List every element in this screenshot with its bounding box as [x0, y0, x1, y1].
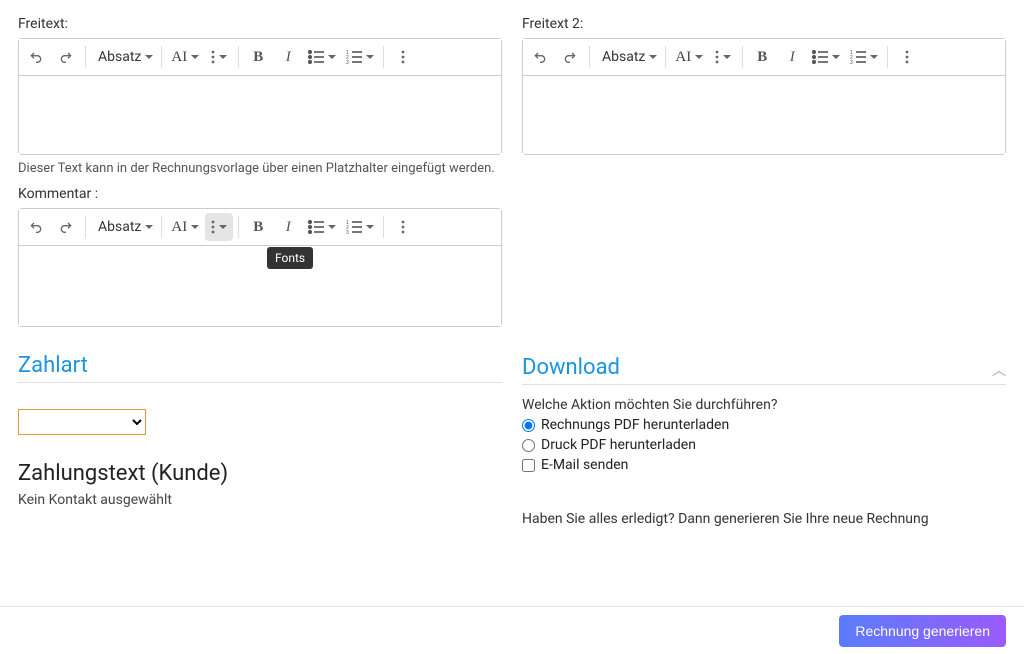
toolbar-separator: [665, 46, 666, 68]
svg-text:3: 3: [346, 60, 349, 64]
chevron-down-icon: [219, 225, 227, 229]
kommentar-toolbar: Absatz AI B I 123: [19, 209, 501, 246]
toolbar-separator: [383, 216, 384, 238]
freitext-label: Freitext:: [18, 16, 502, 32]
toolbar-separator: [161, 216, 162, 238]
chevron-down-icon: [191, 225, 199, 229]
toolbar-separator: [161, 46, 162, 68]
bullet-list-button[interactable]: [304, 213, 340, 241]
numbered-list-button[interactable]: 123: [846, 43, 882, 71]
toolbar-separator: [238, 46, 239, 68]
freitext2-toolbar: Absatz AI B I: [523, 39, 1005, 76]
freitext2-label: Freitext 2:: [522, 16, 1006, 32]
download-option-email[interactable]: [522, 459, 535, 472]
font-icon: AI: [675, 49, 691, 66]
download-option-pdf-label[interactable]: Rechnungs PDF herunterladen: [541, 417, 729, 433]
font-button[interactable]: AI: [167, 43, 203, 71]
download-question: Welche Aktion möchten Sie durchführen?: [522, 397, 1006, 413]
chevron-up-icon[interactable]: ︿: [992, 360, 1006, 384]
font-button[interactable]: AI: [671, 43, 707, 71]
kommentar-editor: Absatz AI B I 123: [18, 208, 502, 327]
chevron-down-icon: [328, 55, 336, 59]
no-contact-text: Kein Kontakt ausgewählt: [18, 492, 502, 508]
format-select-label: Absatz: [602, 49, 645, 65]
chevron-down-icon: [695, 55, 703, 59]
download-option-email-label[interactable]: E-Mail senden: [541, 457, 628, 473]
chevron-down-icon: [649, 55, 657, 59]
bullet-list-button[interactable]: [304, 43, 340, 71]
chevron-down-icon: [832, 55, 840, 59]
redo-button[interactable]: [52, 213, 80, 241]
more-button[interactable]: [205, 43, 233, 71]
bold-button[interactable]: B: [244, 43, 272, 71]
more-button[interactable]: [205, 213, 233, 241]
toolbar-separator: [383, 46, 384, 68]
more-button[interactable]: [709, 43, 737, 71]
zahlart-select[interactable]: [18, 409, 146, 435]
font-icon: AI: [171, 49, 187, 66]
kommentar-label: Kommentar :: [18, 186, 502, 202]
chevron-down-icon: [328, 225, 336, 229]
toolbar-separator: [887, 46, 888, 68]
bullet-list-button[interactable]: [808, 43, 844, 71]
freitext-editor: Absatz AI B I: [18, 38, 502, 155]
freitext2-editor: Absatz AI B I: [522, 38, 1006, 155]
numbered-list-button[interactable]: 123: [342, 213, 378, 241]
generate-invoice-button[interactable]: Rechnung generieren: [839, 615, 1006, 647]
freitext-help: Dieser Text kann in der Rechnungsvorlage…: [18, 161, 502, 176]
chevron-down-icon: [145, 225, 153, 229]
footer: Rechnung generieren: [0, 606, 1024, 654]
toolbar-separator: [742, 46, 743, 68]
download-option-druck[interactable]: [522, 439, 535, 452]
kommentar-textarea[interactable]: [19, 246, 501, 326]
undo-button[interactable]: [22, 213, 50, 241]
chevron-down-icon: [145, 55, 153, 59]
redo-button[interactable]: [556, 43, 584, 71]
toolbar-separator: [589, 46, 590, 68]
toolbar-separator: [238, 216, 239, 238]
italic-button[interactable]: I: [778, 43, 806, 71]
chevron-down-icon: [191, 55, 199, 59]
bold-button[interactable]: B: [748, 43, 776, 71]
italic-button[interactable]: I: [274, 213, 302, 241]
freitext2-textarea[interactable]: [523, 76, 1005, 154]
bold-button[interactable]: B: [244, 213, 272, 241]
undo-button[interactable]: [526, 43, 554, 71]
svg-text:3: 3: [346, 230, 349, 234]
chevron-down-icon: [870, 55, 878, 59]
toolbar-separator: [85, 216, 86, 238]
overflow-menu-button[interactable]: [893, 43, 921, 71]
download-heading[interactable]: Download: [522, 355, 620, 380]
toolbar-separator: [85, 46, 86, 68]
download-option-pdf[interactable]: [522, 419, 535, 432]
zahlungstext-heading: Zahlungstext (Kunde): [18, 461, 502, 486]
svg-text:3: 3: [850, 60, 853, 64]
chevron-down-icon: [723, 55, 731, 59]
format-select-label: Absatz: [98, 49, 141, 65]
download-option-druck-label[interactable]: Druck PDF herunterladen: [541, 437, 696, 453]
chevron-down-icon: [366, 225, 374, 229]
overflow-menu-button[interactable]: [389, 213, 417, 241]
numbered-list-button[interactable]: 123: [342, 43, 378, 71]
format-select[interactable]: Absatz: [594, 43, 661, 71]
format-select[interactable]: Absatz: [90, 43, 157, 71]
download-done-text: Haben Sie alles erledigt? Dann generiere…: [522, 511, 1006, 527]
freitext-textarea[interactable]: [19, 76, 501, 154]
fonts-tooltip: Fonts: [267, 247, 313, 269]
overflow-menu-button[interactable]: [389, 43, 417, 71]
format-select-label: Absatz: [98, 219, 141, 235]
undo-button[interactable]: [22, 43, 50, 71]
chevron-down-icon: [219, 55, 227, 59]
redo-button[interactable]: [52, 43, 80, 71]
chevron-down-icon: [366, 55, 374, 59]
font-icon: AI: [171, 219, 187, 236]
freitext-toolbar: Absatz AI B I: [19, 39, 501, 76]
italic-button[interactable]: I: [274, 43, 302, 71]
font-button[interactable]: AI: [167, 213, 203, 241]
zahlart-heading: Zahlart: [18, 353, 502, 378]
format-select[interactable]: Absatz: [90, 213, 157, 241]
